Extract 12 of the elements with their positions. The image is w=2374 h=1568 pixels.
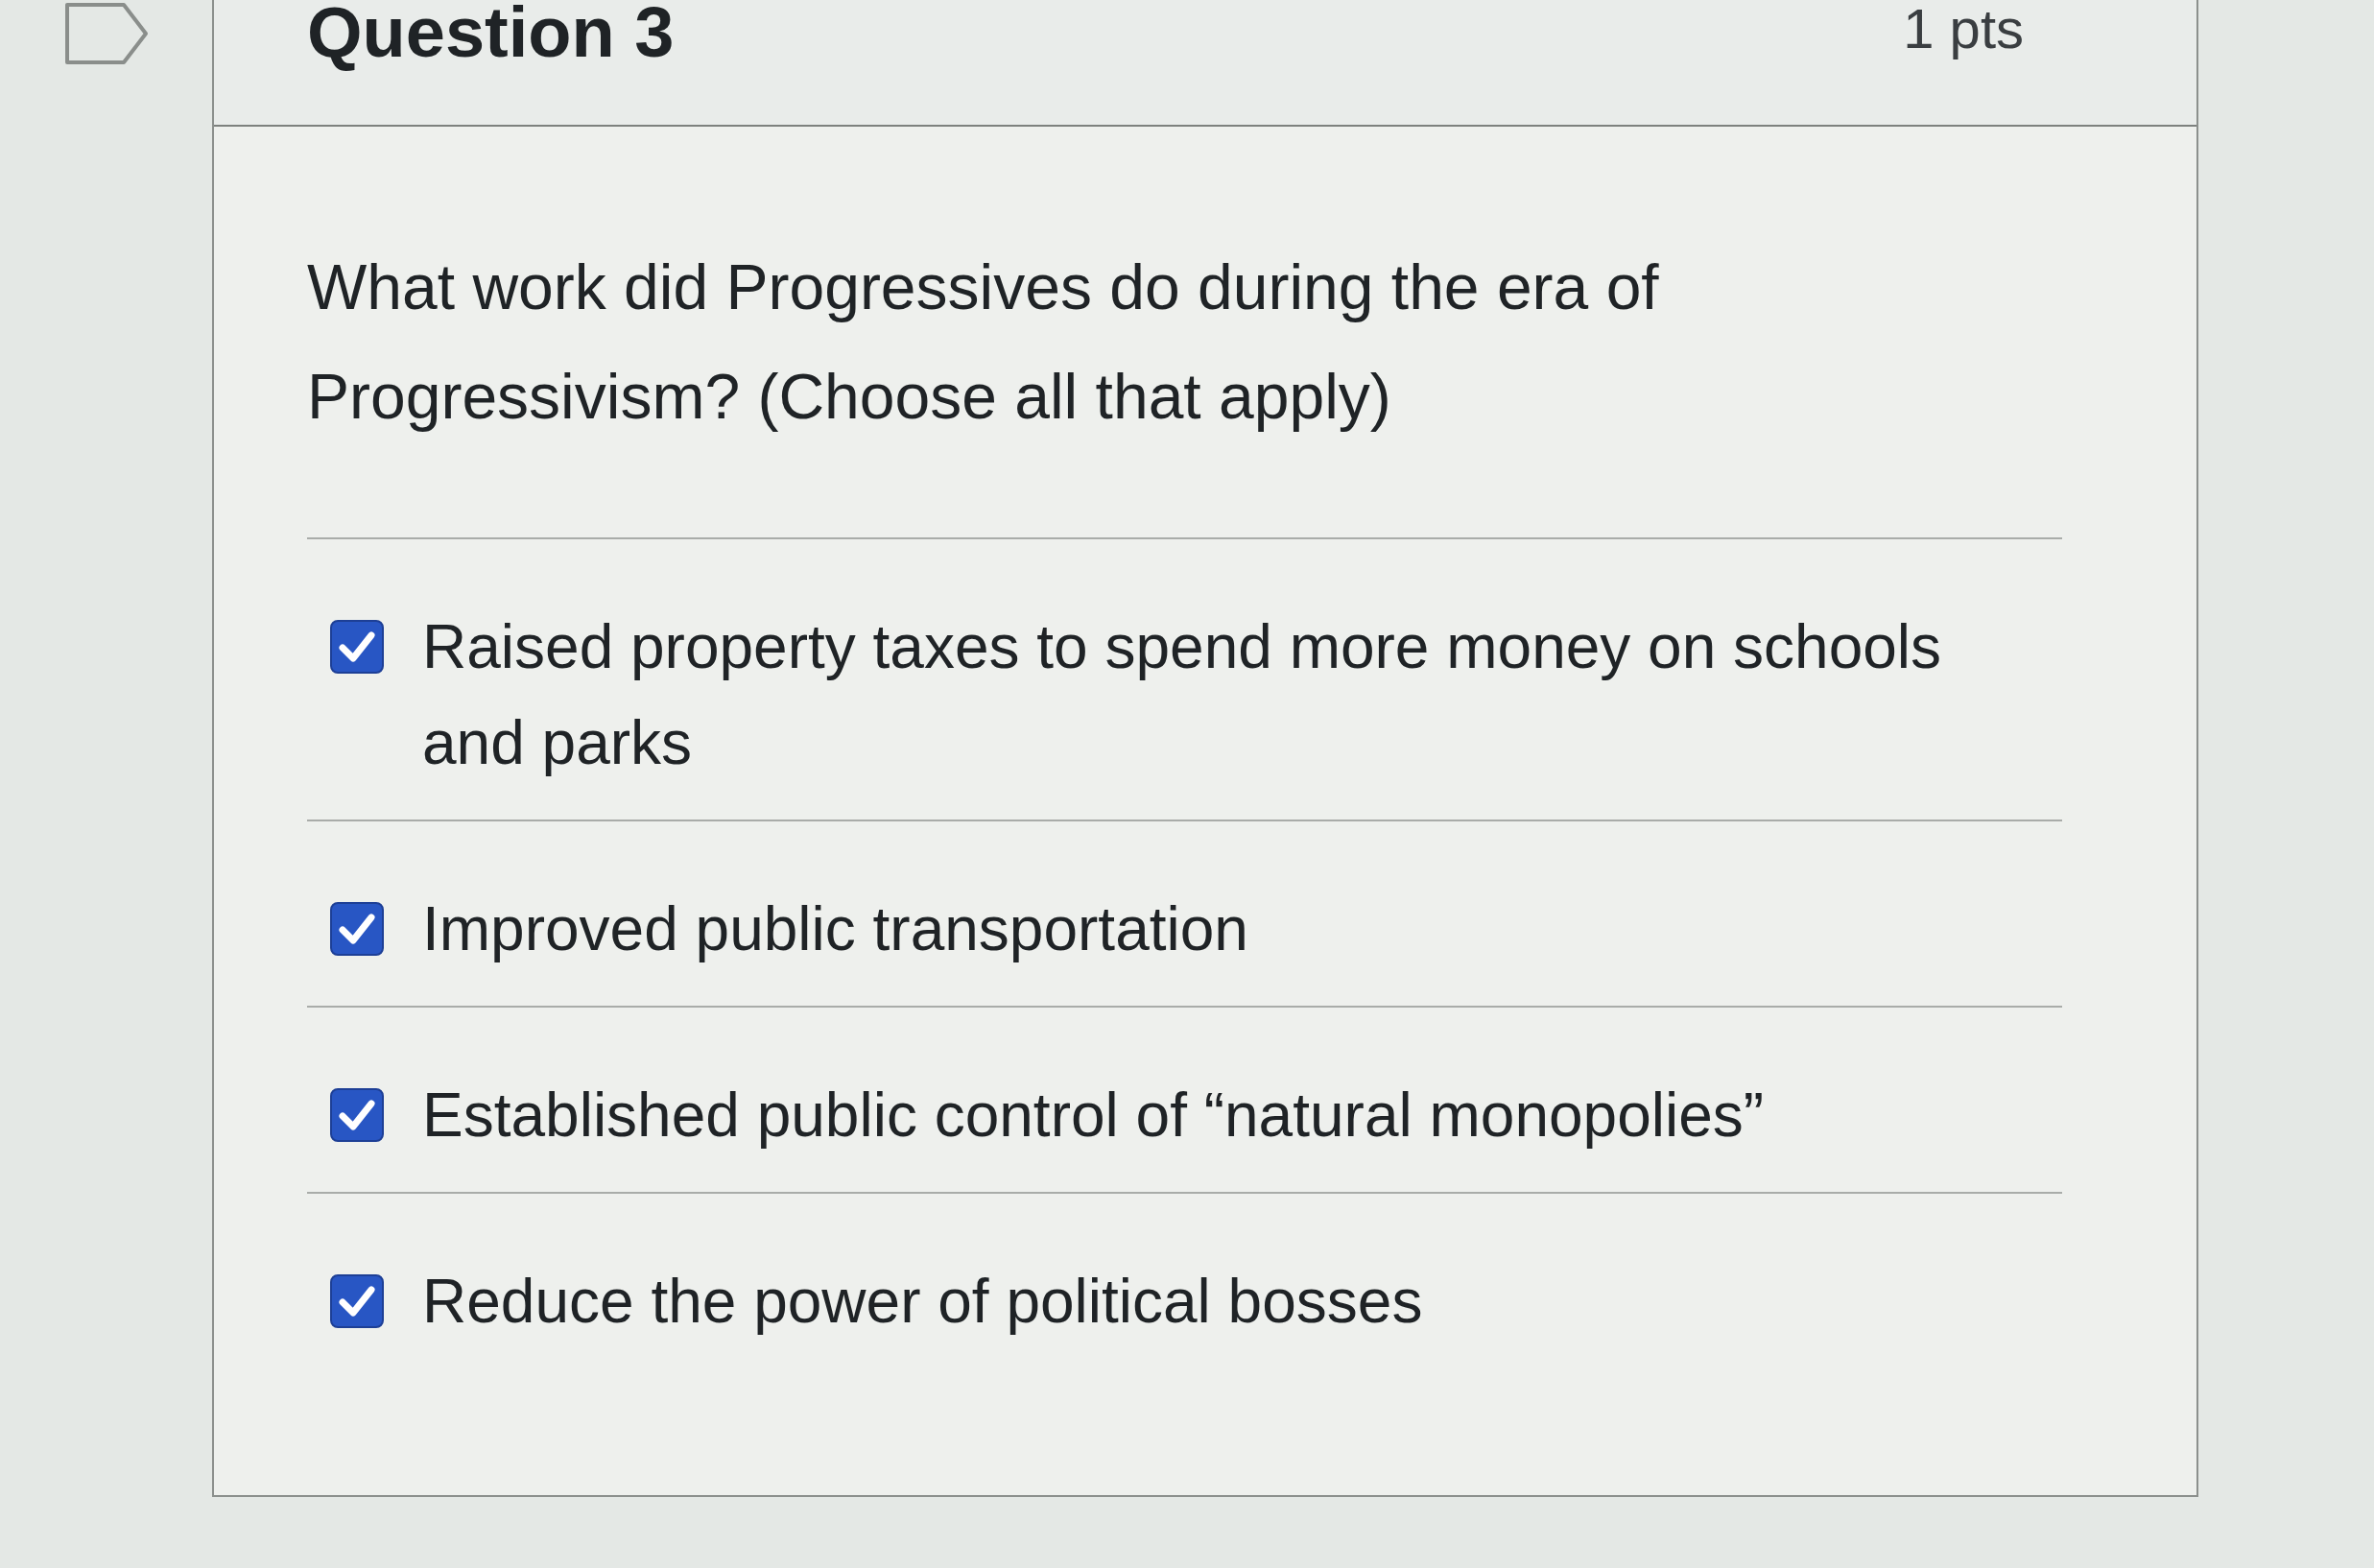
answer-label: Improved public transportation [422,893,1249,965]
answer-label: Raised property taxes to spend more money on schools and parks [422,611,1943,779]
answer-label: Reduce the power of political bosses [422,1266,1424,1338]
checked-checkbox[interactable] [330,620,384,674]
question-text: What work did Progressives do during the era of Progressivism? (Choose all that apply) [307,250,1660,434]
tag-icon[interactable] [63,2,149,65]
question-title: Question 3 [307,0,675,71]
checked-checkbox[interactable] [330,1088,384,1142]
answer-label: Established public control of “natural monopolies” [422,1080,1766,1152]
checked-checkbox[interactable] [330,1274,384,1328]
points-label: 1 pts [1903,0,2024,58]
checked-checkbox[interactable] [330,902,384,956]
